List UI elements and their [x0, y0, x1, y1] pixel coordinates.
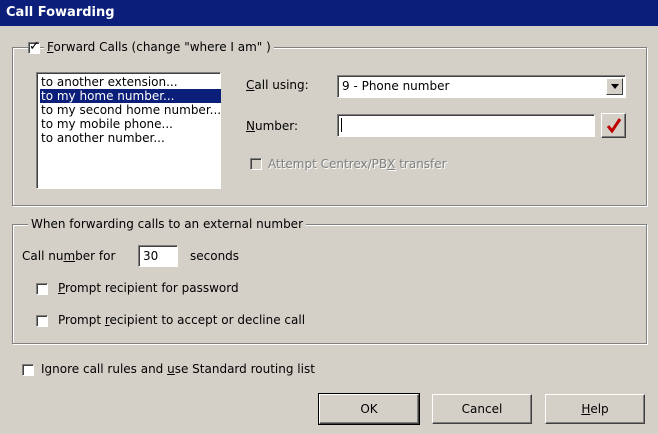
- list-item-selected[interactable]: to my home number...: [40, 89, 221, 103]
- title-bar: Call Fowarding: [0, 0, 658, 26]
- number-input[interactable]: [337, 114, 595, 137]
- call-using-label: Call using:: [246, 78, 309, 92]
- forward-calls-checkbox[interactable]: ✓: [28, 39, 40, 54]
- validate-number-button[interactable]: [601, 113, 626, 138]
- prompt-password-label: Prompt recipient for password: [58, 281, 239, 295]
- help-button-label: Help: [581, 402, 609, 416]
- ignore-rules-checkbox[interactable]: [22, 364, 34, 376]
- centrex-transfer-checkbox[interactable]: [250, 158, 262, 170]
- window-title: Call Fowarding: [6, 5, 115, 20]
- seconds-input[interactable]: 30: [138, 245, 178, 267]
- red-checkmark-icon: [606, 118, 622, 134]
- ignore-rules-label: Ignore call rules and use Standard routi…: [41, 362, 315, 376]
- list-item[interactable]: to my second home number...: [40, 103, 221, 117]
- seconds-value: 30: [143, 249, 159, 263]
- prompt-accept-label: Prompt recipient to accept or decline ca…: [58, 313, 306, 327]
- ok-button-label: OK: [360, 402, 378, 416]
- call-using-value: 9 - Phone number: [342, 79, 450, 93]
- seconds-label: seconds: [190, 249, 240, 263]
- prompt-accept-checkbox[interactable]: [36, 315, 48, 327]
- cancel-button[interactable]: Cancel: [432, 394, 532, 424]
- prompt-password-checkbox[interactable]: [36, 283, 48, 295]
- dropdown-button[interactable]: [606, 78, 623, 95]
- text-cursor: [341, 118, 342, 132]
- forward-calls-label[interactable]: Forward Calls (change "where I am" ): [44, 40, 274, 54]
- cancel-button-label: Cancel: [461, 402, 503, 416]
- chevron-down-icon: [611, 84, 619, 89]
- number-label: Number:: [246, 119, 299, 133]
- help-button[interactable]: Help: [545, 394, 645, 424]
- external-number-legend: When forwarding calls to an external num…: [28, 217, 306, 231]
- ok-button[interactable]: OK: [318, 393, 420, 425]
- list-item[interactable]: to my mobile phone...: [40, 117, 221, 131]
- centrex-transfer-label: Attempt Centrex/PBX transfer: [268, 157, 447, 171]
- checkmark-icon: ✓: [29, 39, 40, 54]
- forward-destination-list[interactable]: to another extension... to my home numbe…: [36, 72, 221, 189]
- list-item[interactable]: to another extension...: [40, 75, 221, 89]
- call-number-for-label: Call number for: [22, 249, 116, 263]
- call-using-dropdown[interactable]: 9 - Phone number: [337, 75, 626, 98]
- list-item[interactable]: to another number...: [40, 131, 221, 145]
